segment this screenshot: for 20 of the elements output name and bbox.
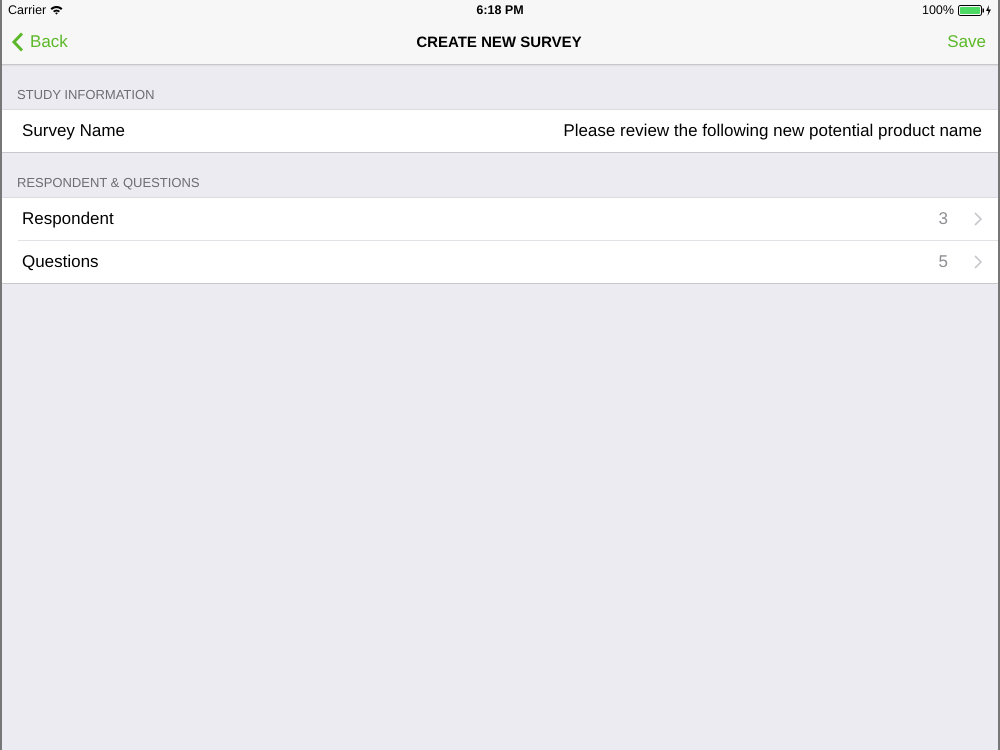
wifi-icon <box>50 5 64 15</box>
row-label: Respondent <box>22 209 114 229</box>
row-value: 3 <box>938 209 949 229</box>
section-header: RESPONDENT & QUESTIONS <box>16 175 201 192</box>
chevron-right-icon <box>974 255 982 269</box>
table-row[interactable]: Respondent 3 <box>2 198 998 240</box>
chevron-right-icon <box>974 212 982 226</box>
row-label: Questions <box>22 252 99 272</box>
section-header: STUDY INFORMATION <box>16 87 156 104</box>
row-value: Please review the following new potential product name <box>562 121 982 141</box>
battery-percent: 100% <box>922 3 954 17</box>
table-row[interactable]: Questions 5 <box>18 240 998 283</box>
carrier-name: Carrier <box>8 3 46 17</box>
row-label: Survey Name <box>22 121 125 141</box>
battery-charging-icon <box>958 4 992 16</box>
table-row[interactable]: Survey Name Please review the following new potential product name <box>2 110 998 152</box>
chevron-left-icon <box>12 32 24 52</box>
screen-title: CREATE NEW SURVEY <box>416 34 582 50</box>
clock-time: 6:18 PM <box>476 3 524 17</box>
row-value: 5 <box>938 252 949 272</box>
